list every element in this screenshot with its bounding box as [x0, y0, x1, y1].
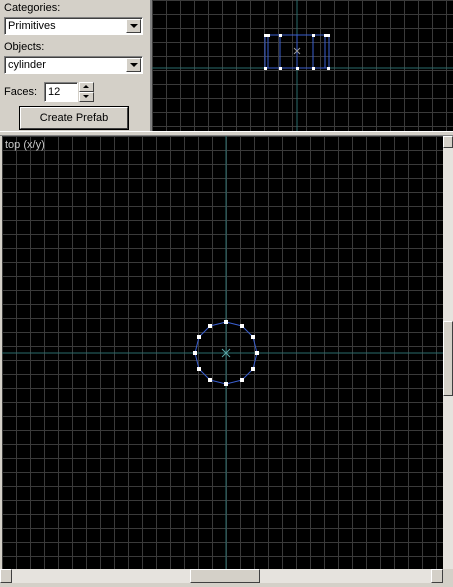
objects-value: cylinder — [8, 59, 46, 71]
faces-label: Faces: — [4, 86, 38, 98]
categories-label: Categories: — [4, 2, 61, 14]
primitives-panel: Categories: Primitives Objects: cylinder… — [0, 0, 150, 131]
vertical-scroll-thumb[interactable] — [443, 321, 453, 396]
categories-value: Primitives — [8, 20, 56, 32]
objects-label: Objects: — [4, 41, 45, 53]
faces-value: 12 — [48, 86, 61, 98]
arrow-up-icon[interactable] — [79, 82, 94, 92]
vertical-scrollbar[interactable] — [443, 136, 453, 569]
objects-dropdown[interactable]: cylinder — [4, 56, 143, 74]
side-viewport-canvas — [152, 0, 453, 131]
chevron-down-icon[interactable] — [126, 58, 141, 72]
viewport-label: top (x/y) — [5, 139, 45, 151]
horizontal-scroll-thumb[interactable] — [190, 569, 260, 583]
arrow-up-icon[interactable] — [443, 136, 453, 148]
faces-input[interactable]: 12 — [44, 82, 78, 102]
top-viewport[interactable]: top (x/y) — [2, 136, 443, 569]
horizontal-scrollbar[interactable] — [0, 569, 443, 583]
arrow-down-icon[interactable] — [79, 92, 94, 102]
side-viewport[interactable] — [152, 0, 453, 131]
categories-dropdown[interactable]: Primitives — [4, 17, 143, 35]
bottom-border — [0, 583, 453, 587]
create-prefab-button[interactable]: Create Prefab — [20, 107, 128, 129]
chevron-down-icon[interactable] — [126, 19, 141, 33]
arrow-right-icon[interactable] — [431, 569, 443, 583]
top-viewport-canvas — [2, 136, 443, 569]
arrow-left-icon[interactable] — [0, 569, 12, 583]
